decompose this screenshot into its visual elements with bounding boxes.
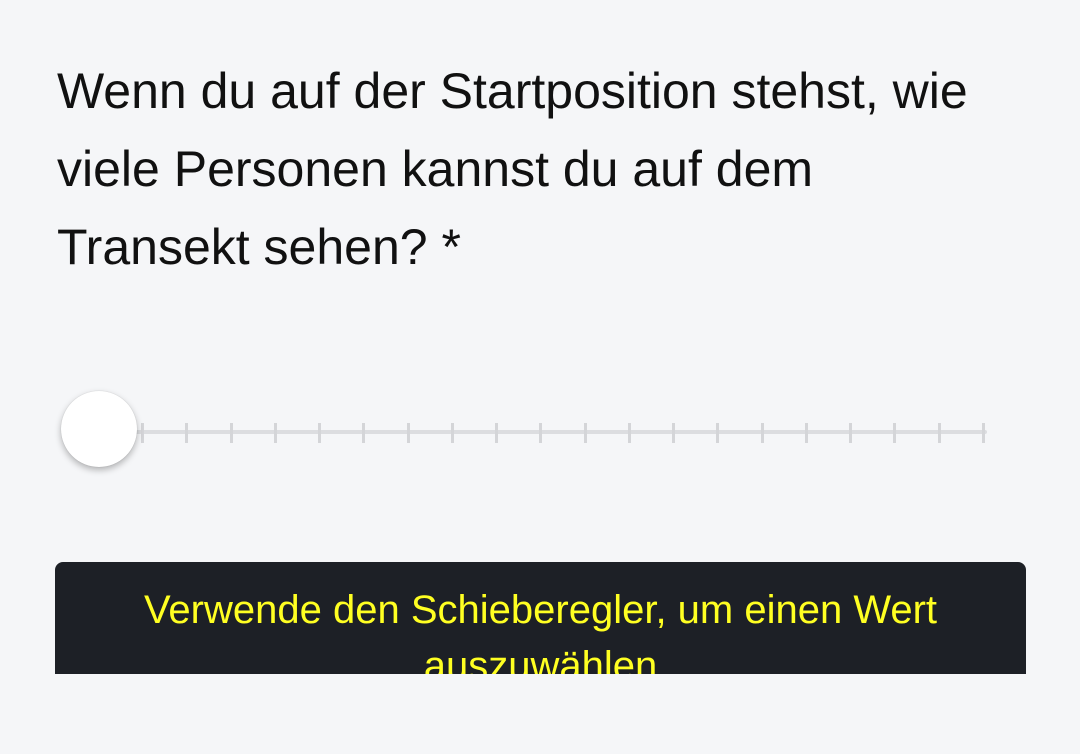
slider-tick bbox=[450, 423, 454, 443]
slider-tick bbox=[229, 423, 233, 443]
slider-tick bbox=[849, 423, 853, 443]
slider-tick bbox=[627, 423, 631, 443]
slider-tick bbox=[495, 423, 499, 443]
slider-thumb[interactable] bbox=[61, 391, 137, 467]
slider-tick bbox=[937, 423, 941, 443]
slider-hint-box: Verwende den Schieberegler, um einen Wer… bbox=[55, 562, 1026, 674]
slider-tick bbox=[539, 423, 543, 443]
slider-tick bbox=[982, 423, 985, 443]
slider-tick bbox=[273, 423, 277, 443]
slider-tick bbox=[141, 423, 144, 443]
slider-tick bbox=[672, 423, 676, 443]
slider-tick bbox=[804, 423, 808, 443]
slider-tick bbox=[716, 423, 720, 443]
slider-tick bbox=[318, 423, 322, 443]
slider-tick bbox=[185, 423, 189, 443]
slider-tick bbox=[893, 423, 897, 443]
slider-tick bbox=[362, 423, 366, 443]
question-text: Wenn du auf der Startposition stehst, wi… bbox=[57, 63, 968, 275]
people-count-slider[interactable] bbox=[57, 390, 997, 474]
slider-tick bbox=[760, 423, 764, 443]
slider-tick bbox=[406, 423, 410, 443]
slider-tick bbox=[583, 423, 587, 443]
slider-hint-text: Verwende den Schieberegler, um einen Wer… bbox=[143, 588, 938, 674]
